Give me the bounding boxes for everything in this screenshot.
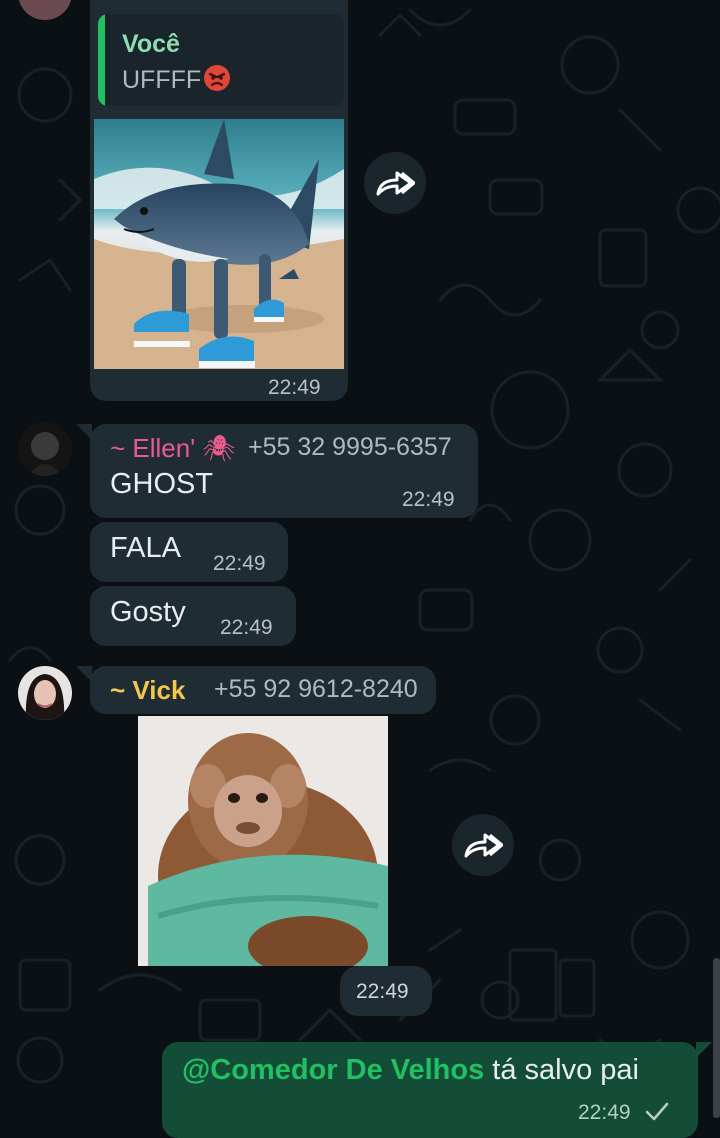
avatar-ellen[interactable] <box>18 422 72 476</box>
message-text-outgoing: @Comedor De Velhos tá salvo pai <box>182 1054 639 1087</box>
mention-link[interactable]: @Comedor De Velhos <box>182 1054 484 1086</box>
message-time: 22:49 <box>220 616 273 639</box>
sender-name-ellen[interactable]: ~ Ellen' 🕷 <box>110 433 235 464</box>
avatar-vick[interactable] <box>18 666 72 720</box>
message-text: FALA <box>110 532 181 564</box>
quote-author: Você <box>122 30 180 58</box>
sender-name-vick[interactable]: ~ Vick <box>110 675 185 706</box>
sender-phone-vick: +55 92 9612-8240 <box>214 675 418 703</box>
message-time: 22:49 <box>268 376 321 399</box>
message-time: 22:49 <box>578 1101 631 1124</box>
quoted-message[interactable]: Você UFFFF <box>98 14 344 106</box>
angry-face-icon <box>204 65 231 91</box>
forward-icon <box>464 833 503 858</box>
scrollbar[interactable] <box>713 958 720 1118</box>
sender-phone-ellen: +55 32 9995-6357 <box>248 433 452 461</box>
forward-button[interactable] <box>452 814 514 876</box>
message-time: 22:49 <box>402 488 455 511</box>
message-text: tá salvo pai <box>492 1054 639 1086</box>
message-text: Gosty <box>110 596 186 628</box>
message-time: 22:49 <box>213 552 266 575</box>
forward-icon <box>376 171 415 196</box>
message-time: 22:49 <box>356 980 409 1003</box>
check-icon <box>645 1102 669 1121</box>
monkey-sticker[interactable] <box>138 716 388 966</box>
quote-accent-bar <box>98 14 105 106</box>
forward-button[interactable] <box>364 152 426 214</box>
quote-text: UFFFF <box>122 64 231 95</box>
message-text: GHOST <box>110 468 214 500</box>
shark-in-sneakers-image[interactable] <box>94 119 344 369</box>
